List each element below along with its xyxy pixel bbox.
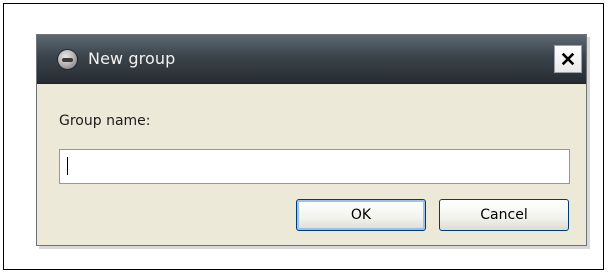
close-icon — [561, 52, 575, 66]
cancel-button[interactable]: Cancel — [439, 199, 569, 231]
dialog-title: New group — [88, 49, 176, 68]
new-group-dialog: New group Group name: OK Cancel — [36, 34, 587, 246]
text-caret — [67, 157, 68, 175]
close-button[interactable] — [554, 45, 582, 73]
group-name-input[interactable] — [59, 149, 570, 184]
screenshot-frame: New group Group name: OK Cancel — [3, 3, 604, 270]
ok-button[interactable]: OK — [296, 199, 426, 231]
app-logo-icon — [58, 50, 77, 69]
group-name-label: Group name: — [59, 113, 151, 129]
dialog-titlebar[interactable]: New group — [37, 35, 586, 84]
